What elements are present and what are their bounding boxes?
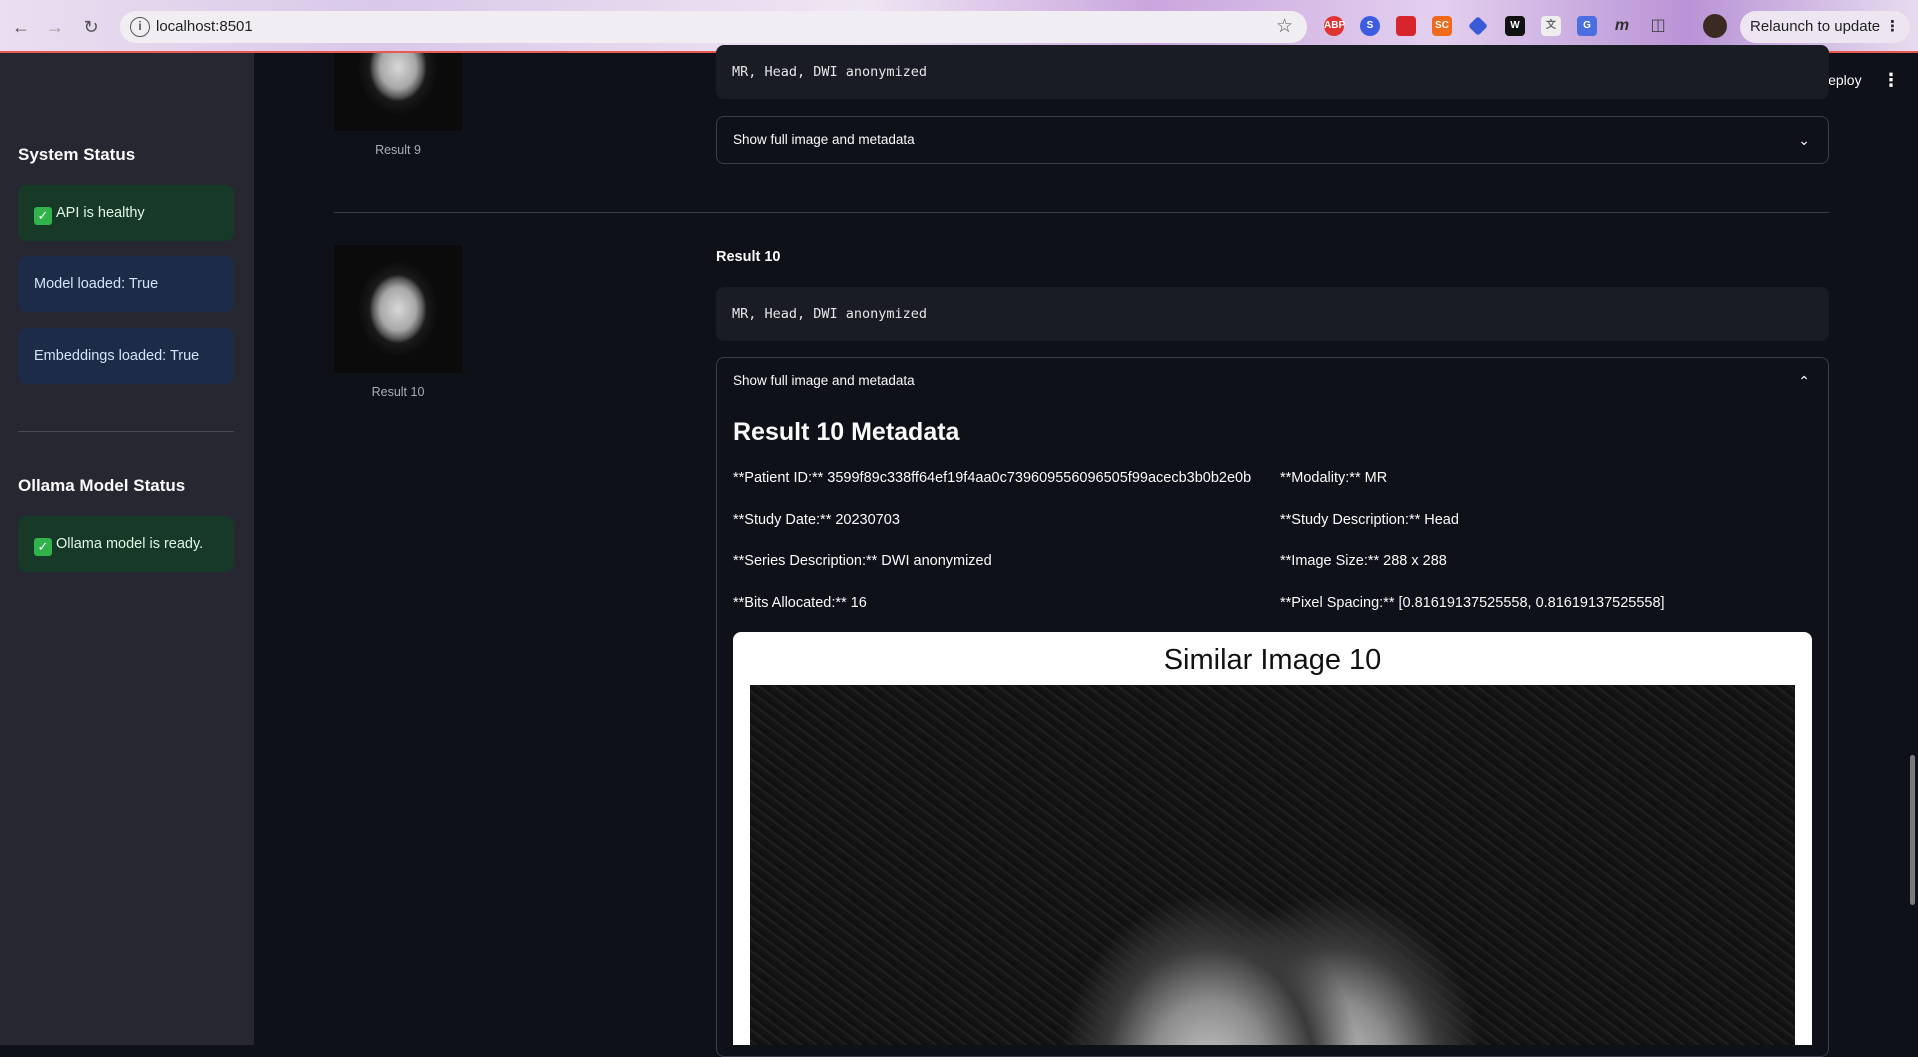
image-size-field: **Image Size:** 288 x 288 <box>1280 553 1447 569</box>
api-status-text: API is healthy <box>56 205 145 221</box>
result-summary-code: MR, Head, DWI anonymized <box>716 287 1829 341</box>
sidebar: System Status ✓ API is healthy Model load… <box>0 53 254 1045</box>
chevron-up-icon[interactable]: ⌃ <box>1798 358 1810 404</box>
forward-icon[interactable]: → <box>42 14 68 40</box>
extension-red-icon[interactable] <box>1396 16 1416 36</box>
mri-image <box>750 685 1795 1045</box>
relaunch-button[interactable]: Relaunch to update ⋮ <box>1740 11 1910 43</box>
modality-field: **Modality:** MR <box>1280 470 1388 486</box>
bits-allocated-field: **Bits Allocated:** 16 <box>733 595 867 611</box>
sidebar-divider <box>18 431 234 432</box>
check-icon: ✓ <box>34 207 52 225</box>
extension-diamond-icon[interactable] <box>1468 16 1488 36</box>
figure-title: Similar Image 10 <box>1163 644 1382 676</box>
info-icon[interactable]: i <box>130 17 150 37</box>
page-scrollbar[interactable] <box>1910 755 1915 905</box>
similar-image-figure: Similar Image 10 <box>733 632 1812 1045</box>
back-icon[interactable]: ← <box>8 14 34 40</box>
extension-g-icon[interactable]: G <box>1577 16 1597 36</box>
study-description-field: **Study Description:** Head <box>1280 512 1459 528</box>
extensions-icon[interactable]: ◫ <box>1648 16 1668 36</box>
study-date-field: **Study Date:** 20230703 <box>733 512 900 528</box>
adblock-icon[interactable]: ABP <box>1324 16 1345 36</box>
expander-label: Show full image and metadata <box>733 373 915 388</box>
embeddings-loaded-alert: Embeddings loaded: True <box>18 328 234 384</box>
check-icon: ✓ <box>34 538 52 556</box>
extension-orange-icon[interactable]: SC <box>1432 16 1452 36</box>
main-menu-icon[interactable]: ⋮ <box>1882 70 1900 91</box>
result-title: Result 10 <box>716 249 781 265</box>
result-summary-code: MR, Head, DWI anonymized <box>716 45 1829 99</box>
address-bar[interactable]: i localhost:8501 ☆ <box>120 11 1307 43</box>
extension-m-icon[interactable]: m <box>1612 16 1632 36</box>
ollama-status-alert: ✓ Ollama model is ready. <box>18 516 234 572</box>
pixel-spacing-field: **Pixel Spacing:** [0.81619137525558, 0.… <box>1280 595 1665 611</box>
model-loaded-alert: Model loaded: True <box>18 256 234 312</box>
relaunch-label: Relaunch to update <box>1750 18 1881 35</box>
reload-icon[interactable]: ↻ <box>78 14 104 40</box>
profile-avatar[interactable] <box>1703 14 1727 38</box>
expander-label: Show full image and metadata <box>733 132 915 147</box>
series-description-field: **Series Description:** DWI anonymized <box>733 553 992 569</box>
url-text[interactable]: localhost:8501 <box>156 18 253 35</box>
star-icon[interactable]: ☆ <box>1276 15 1293 38</box>
extension-w-icon[interactable]: W <box>1505 16 1525 36</box>
extension-blue-icon[interactable]: S <box>1360 16 1380 36</box>
result-thumbnail <box>334 245 462 373</box>
metadata-title: Result 10 Metadata <box>733 418 960 446</box>
result-caption: Result 10 <box>371 385 425 399</box>
result-expander[interactable]: Show full image and metadata ⌄ <box>716 116 1829 164</box>
model-loaded-text: Model loaded: True <box>34 276 159 292</box>
chevron-down-icon[interactable]: ⌄ <box>1798 117 1810 163</box>
expander-header[interactable]: Show full image and metadata ⌃ <box>717 358 1828 404</box>
embeddings-loaded-text: Embeddings loaded: True <box>34 348 200 364</box>
expander-header[interactable]: Show full image and metadata ⌄ <box>717 117 1828 163</box>
result-caption: Result 9 <box>375 143 421 157</box>
result-divider <box>334 212 1829 213</box>
api-status-alert: ✓ API is healthy <box>18 185 234 241</box>
extension-translate-icon[interactable]: 文 <box>1541 16 1561 36</box>
ollama-status-text: Ollama model is ready. <box>56 536 204 552</box>
ollama-status-title: Ollama Model Status <box>18 476 186 495</box>
system-status-title: System Status <box>18 145 136 164</box>
kebab-icon[interactable]: ⋮ <box>1885 11 1900 43</box>
patient-id-field: **Patient ID:** 3599f89c338ff64ef19f4aa0… <box>733 470 1252 486</box>
